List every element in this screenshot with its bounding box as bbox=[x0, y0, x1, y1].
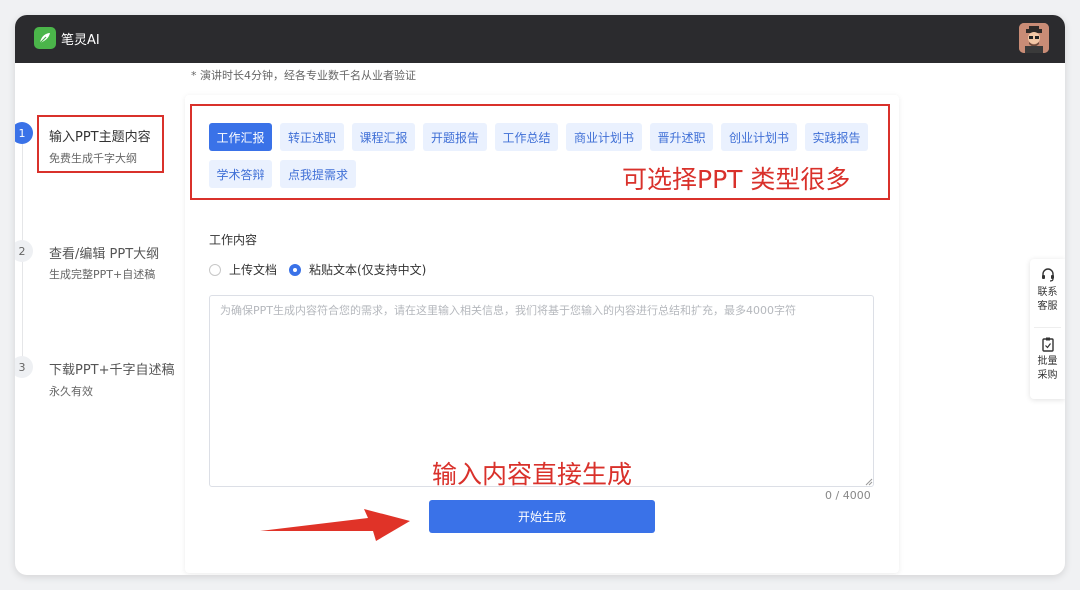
app-logo-icon[interactable] bbox=[34, 27, 56, 49]
user-avatar[interactable] bbox=[1019, 23, 1049, 53]
step-3-subtitle: 永久有效 bbox=[49, 385, 93, 398]
radio-paste-circle[interactable] bbox=[289, 263, 301, 276]
app-window: 笔灵AI * 演讲时长4分钟，经各专业数千名从业者验证 1 输入PPT主题内容 … bbox=[15, 15, 1065, 575]
step-1-number: 1 bbox=[15, 122, 33, 144]
contact-service-label: 联系客服 bbox=[1037, 287, 1058, 312]
step-2-title[interactable]: 查看/编辑 PPT大纲 bbox=[49, 243, 159, 262]
bulk-purchase-button[interactable]: 批量采购 bbox=[1030, 336, 1065, 383]
radio-upload-circle[interactable] bbox=[209, 263, 221, 276]
red-arrow-icon bbox=[260, 509, 410, 541]
step-2-number: 2 bbox=[15, 240, 33, 262]
step-highlight-box bbox=[37, 115, 164, 173]
annotation-input: 输入内容直接生成 bbox=[432, 460, 633, 489]
char-counter: 0 / 4000 bbox=[825, 489, 871, 502]
content-label: 工作内容 bbox=[209, 233, 258, 247]
radio-paste-label: 粘贴文本(仅支持中文) bbox=[309, 263, 427, 277]
app-title: 笔灵AI bbox=[61, 33, 100, 48]
radio-upload-label: 上传文档 bbox=[229, 263, 278, 277]
clipboard-icon bbox=[1041, 337, 1054, 352]
step-3-title[interactable]: 下载PPT+千字自述稿 bbox=[49, 359, 175, 378]
side-float-panel: 联系客服 批量采购 bbox=[1030, 259, 1065, 399]
step-2-subtitle: 生成完整PPT+自述稿 bbox=[49, 268, 156, 281]
headset-icon bbox=[1041, 268, 1054, 282]
radio-upload-doc[interactable]: 上传文档 bbox=[209, 261, 277, 278]
resize-handle-icon[interactable] bbox=[865, 478, 873, 486]
info-note: * 演讲时长4分钟，经各专业数千名从业者验证 bbox=[191, 69, 416, 82]
step-3-number: 3 bbox=[15, 356, 33, 378]
bulk-purchase-label: 批量采购 bbox=[1037, 356, 1058, 381]
start-generate-button[interactable]: 开始生成 bbox=[429, 500, 655, 533]
float-divider bbox=[1034, 327, 1061, 328]
contact-service-button[interactable]: 联系客服 bbox=[1030, 267, 1065, 314]
annotation-types: 可选择PPT 类型很多 bbox=[622, 165, 851, 194]
radio-paste-text[interactable]: 粘贴文本(仅支持中文) bbox=[289, 261, 426, 278]
textarea-placeholder: 为确保PPT生成内容符合您的需求，请在这里输入相关信息，我们将基于您输入的内容进… bbox=[220, 304, 796, 317]
top-bar: 笔灵AI bbox=[15, 15, 1065, 63]
